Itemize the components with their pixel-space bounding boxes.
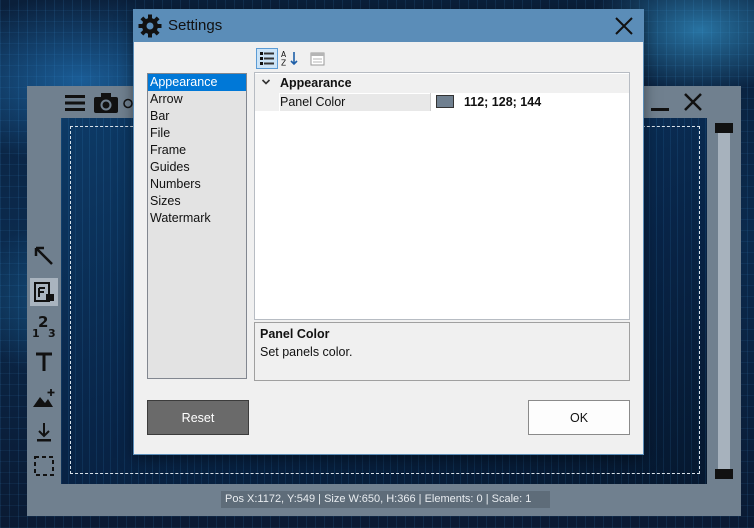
frame-lock-tool-icon[interactable]: [30, 278, 58, 306]
numbers-tool-icon[interactable]: 123: [30, 312, 58, 340]
column-divider[interactable]: [430, 93, 431, 111]
property-pages-icon: [310, 52, 324, 65]
arrow-tool-icon[interactable]: [30, 242, 58, 270]
bottom-right-panel: [677, 484, 741, 516]
chevron-down-icon[interactable]: [261, 77, 271, 90]
region-select-icon[interactable]: [30, 452, 58, 480]
color-swatch[interactable]: [436, 95, 454, 108]
category-item[interactable]: Appearance: [148, 74, 246, 91]
category-item[interactable]: Watermark: [148, 210, 246, 227]
slider-bottom-handle[interactable]: [715, 469, 733, 479]
timer-icon[interactable]: [122, 90, 134, 116]
gear-icon: [138, 14, 162, 38]
minimize-icon[interactable]: [645, 88, 675, 116]
svg-text:Z: Z: [281, 59, 286, 68]
categorized-view-button[interactable]: [256, 48, 278, 69]
bottom-left-panel: [27, 484, 91, 516]
help-description: Set panels color.: [260, 345, 353, 359]
help-title: Panel Color: [260, 327, 330, 341]
category-item[interactable]: Arrow: [148, 91, 246, 108]
property-value[interactable]: 112; 128; 144: [464, 94, 541, 111]
category-item[interactable]: Frame: [148, 142, 246, 159]
svg-text:3: 3: [48, 327, 56, 339]
property-row-panel-color[interactable]: Panel Color 112; 128; 144: [255, 93, 629, 111]
category-list[interactable]: Appearance Arrow Bar File Frame Guides N…: [147, 73, 247, 379]
category-item[interactable]: File: [148, 125, 246, 142]
image-add-tool-icon[interactable]: [30, 384, 58, 412]
app-close-icon[interactable]: [678, 88, 708, 116]
menu-icon[interactable]: [62, 90, 88, 116]
property-help-panel: Panel Color Set panels color.: [254, 322, 630, 381]
reset-button[interactable]: Reset: [147, 400, 249, 435]
property-name[interactable]: Panel Color: [280, 94, 430, 111]
text-tool-icon[interactable]: [30, 348, 58, 376]
dialog-title: Settings: [168, 17, 223, 34]
property-category-label: Appearance: [280, 76, 352, 90]
settings-dialog: Settings A Z Appearance Arrow Bar File F…: [134, 10, 643, 454]
scale-slider-rail: [718, 128, 730, 474]
dialog-close-button[interactable]: [607, 10, 641, 42]
category-item[interactable]: Bar: [148, 108, 246, 125]
close-icon: [615, 17, 633, 35]
row-gutter: [255, 93, 279, 111]
property-grid[interactable]: Appearance Panel Color 112; 128; 144: [254, 72, 630, 320]
sort-az-icon: A Z: [281, 50, 298, 68]
property-pages-button[interactable]: [306, 48, 328, 69]
camera-icon[interactable]: [92, 90, 120, 116]
category-item[interactable]: Numbers: [148, 176, 246, 193]
download-icon[interactable]: [30, 418, 58, 446]
ok-button[interactable]: OK: [528, 400, 630, 435]
category-item[interactable]: Guides: [148, 159, 246, 176]
dialog-titlebar[interactable]: Settings: [134, 10, 643, 42]
slider-top-handle[interactable]: [715, 123, 733, 133]
category-item[interactable]: Sizes: [148, 193, 246, 210]
categorized-icon: [260, 52, 274, 65]
alphabetical-view-button[interactable]: A Z: [279, 48, 301, 69]
property-category-row[interactable]: Appearance: [255, 74, 629, 93]
status-bar: Pos X:1172, Y:549 | Size W:650, H:366 | …: [221, 491, 550, 508]
svg-text:2: 2: [38, 313, 48, 331]
